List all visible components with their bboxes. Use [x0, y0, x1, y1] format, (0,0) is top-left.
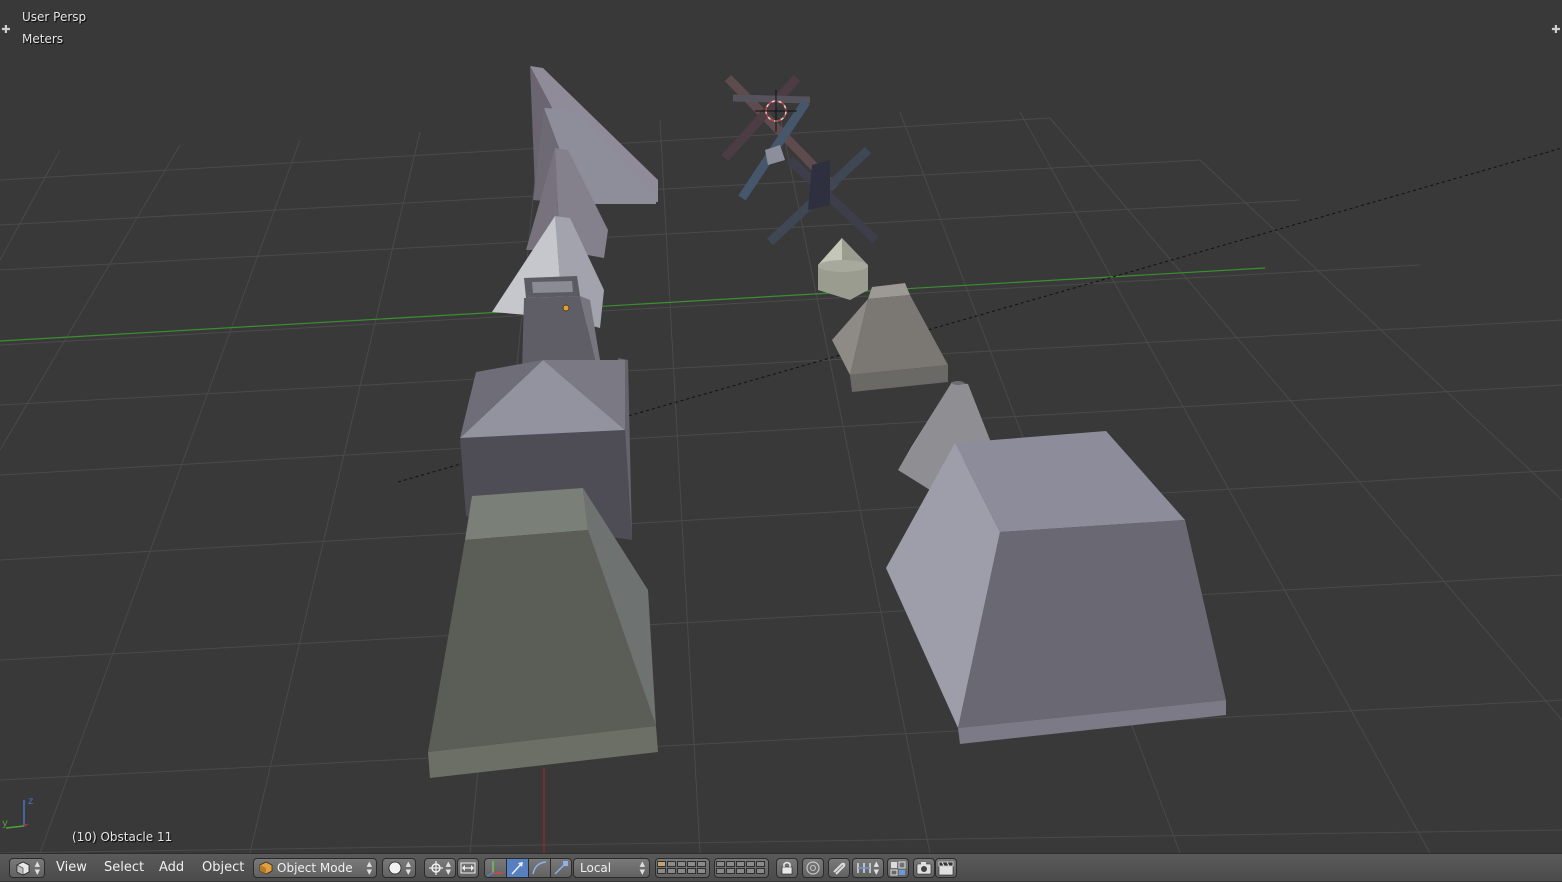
snap-toggle-button[interactable] — [828, 858, 850, 878]
camera-icon — [916, 862, 932, 875]
layer-19[interactable] — [746, 868, 755, 874]
menu-view[interactable]: View — [56, 859, 87, 877]
manipulator-type-group — [484, 858, 572, 878]
viewport-header: ▲ ▼ View Select Add Object Object Mode ▲ ▼… — [0, 853, 1562, 881]
chevron-updown-icon: ▲ ▼ — [873, 860, 879, 876]
x-axis-line — [0, 267, 1266, 342]
pivot-point-selector[interactable]: ▲ ▼ — [424, 858, 456, 878]
layer-17[interactable] — [726, 868, 735, 874]
layer-4[interactable] — [687, 861, 696, 867]
snap-element-selector[interactable]: ▲ ▼ — [852, 858, 884, 878]
layer-16[interactable] — [716, 868, 725, 874]
transform-orientation-selector[interactable]: Local ▲ ▼ — [573, 858, 650, 878]
layer-12[interactable] — [667, 868, 676, 874]
obstacle-cone-2[interactable] — [818, 238, 868, 300]
translate-manipulator-button[interactable] — [485, 859, 507, 877]
render-animation-button[interactable] — [935, 858, 957, 878]
layer-11[interactable] — [657, 868, 666, 874]
units-label: Meters — [22, 32, 64, 46]
layer-20[interactable] — [756, 868, 765, 874]
layer-15[interactable] — [697, 868, 706, 874]
lock-icon — [781, 861, 793, 875]
layers-group-2[interactable] — [714, 858, 769, 878]
layers-group-1[interactable] — [655, 858, 710, 878]
axis-widget-z-label: z — [28, 796, 33, 807]
translate-arrows-icon — [486, 861, 503, 877]
rotate-arc-icon — [532, 861, 547, 875]
obstacle-crossbars-1[interactable] — [721, 74, 880, 246]
layer-13[interactable] — [677, 868, 686, 874]
lock-camera-button[interactable] — [776, 858, 798, 878]
scale-manipulator-button[interactable] — [529, 859, 551, 877]
layer-5[interactable] — [697, 861, 706, 867]
chevron-updown-icon: ▲ ▼ — [445, 860, 451, 876]
3d-view-cube-icon — [16, 861, 30, 876]
transform-orientation-label: Local — [580, 861, 612, 875]
chevron-updown-icon: ▲ ▼ — [34, 860, 40, 876]
view-name-label: User Persp — [22, 10, 87, 24]
menu-object[interactable]: Object — [202, 859, 244, 877]
active-layer-dot — [659, 862, 663, 866]
chevron-updown-icon: ▲ ▼ — [405, 860, 411, 876]
proportional-circle-icon — [806, 861, 820, 875]
floor-grid — [0, 111, 1562, 853]
layer-6[interactable] — [716, 861, 725, 867]
layer-7[interactable] — [726, 861, 735, 867]
mode-label: Object Mode — [277, 861, 353, 875]
active-object-info: (10) Obstacle 11 — [72, 830, 173, 844]
solid-sphere-icon — [388, 861, 402, 875]
chevron-updown-icon: ▲ ▼ — [366, 860, 372, 876]
menu-select[interactable]: Select — [104, 859, 144, 877]
layer-3[interactable] — [677, 861, 686, 867]
snap-target-icon — [890, 861, 906, 876]
layer-9[interactable] — [746, 861, 755, 867]
layer-8[interactable] — [736, 861, 745, 867]
object-mode-cube-icon — [259, 861, 273, 875]
proportional-editing-button[interactable] — [802, 858, 824, 878]
chevron-updown-icon: ▲ ▼ — [639, 860, 645, 876]
mode-selector[interactable]: Object Mode ▲ ▼ — [253, 858, 377, 878]
split-area-left-icon[interactable]: ✚ — [1, 24, 11, 36]
3d-viewport[interactable]: z y User Persp Meters (10) Obstacle 11 ✚… — [0, 0, 1562, 853]
render-still-button[interactable] — [913, 858, 935, 878]
snap-increment-icon — [857, 863, 871, 873]
scale-handle-button[interactable] — [551, 859, 573, 877]
layer-2[interactable] — [667, 861, 676, 867]
3d-scene[interactable]: z y — [0, 0, 1562, 853]
origin-dot — [562, 304, 570, 312]
axis-widget: z y — [2, 796, 33, 829]
layer-10[interactable] — [756, 861, 765, 867]
rotate-arrow-icon — [511, 862, 523, 875]
rotate-manipulator-button[interactable] — [507, 859, 529, 877]
pivot-point-icon — [429, 861, 443, 875]
snap-target-button[interactable] — [887, 858, 909, 878]
axis-widget-y-label: y — [2, 818, 8, 829]
magnet-icon — [833, 862, 846, 875]
layer-14[interactable] — [687, 868, 696, 874]
split-area-right-icon[interactable]: ✚ — [1551, 24, 1561, 36]
scale-handle-icon — [554, 861, 568, 875]
editor-type-selector[interactable]: ▲ ▼ — [9, 858, 45, 878]
layer-18[interactable] — [736, 868, 745, 874]
menu-add[interactable]: Add — [159, 859, 184, 877]
viewport-shading-selector[interactable]: ▲ ▼ — [382, 858, 416, 878]
obstacle-trapezoid-5[interactable] — [886, 431, 1226, 744]
manipulator-toggle-button[interactable] — [457, 858, 479, 878]
clapperboard-icon — [938, 861, 954, 876]
manipulator-icon — [460, 862, 476, 874]
